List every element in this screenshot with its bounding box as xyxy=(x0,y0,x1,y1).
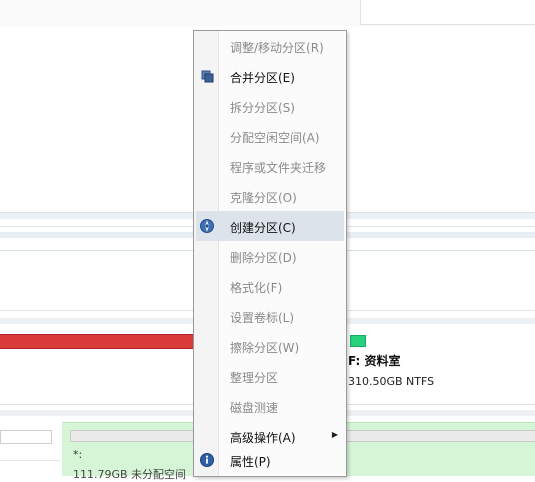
merge-icon xyxy=(199,68,215,84)
unallocated-label: *: xyxy=(73,448,83,461)
menu-item-label: 设置卷标(L) xyxy=(230,311,295,325)
info-icon xyxy=(199,452,215,468)
menu-item-app-migration[interactable]: 程序或文件夹迁移 xyxy=(196,151,344,181)
partition-name: F: 资料室 xyxy=(348,354,401,368)
menu-item-label: 调整/移动分区(R) xyxy=(230,41,324,55)
partition-usage-chip xyxy=(350,335,366,347)
menu-item-resize-move[interactable]: 调整/移动分区(R) xyxy=(196,31,344,61)
menu-item-label: 程序或文件夹迁移 xyxy=(230,161,327,175)
menu-item-wipe[interactable]: 擦除分区(W) xyxy=(196,331,344,361)
row-divider xyxy=(0,460,60,461)
menu-item-properties[interactable]: 属性(P) xyxy=(196,445,344,475)
menu-item-label: 合并分区(E) xyxy=(230,71,295,85)
partition-usage-bar[interactable] xyxy=(0,334,196,349)
menu-item-label: 格式化(F) xyxy=(230,281,283,295)
menu-item-merge[interactable]: 合并分区(E) xyxy=(196,61,344,91)
menu-item-clone[interactable]: 克隆分区(O) xyxy=(196,181,344,211)
menu-item-label: 克隆分区(O) xyxy=(230,191,297,205)
menu-item-create-partition[interactable]: 创建分区(C) xyxy=(196,211,344,241)
submenu-arrow-icon: ▶ xyxy=(331,430,338,439)
menu-item-label: 磁盘测速 xyxy=(230,401,279,415)
menu-item-label: 拆分分区(S) xyxy=(230,101,295,115)
menu-item-format[interactable]: 格式化(F) xyxy=(196,271,344,301)
menu-item-split[interactable]: 拆分分区(S) xyxy=(196,91,344,121)
create-partition-icon xyxy=(199,218,215,234)
menu-item-label: 删除分区(D) xyxy=(230,251,297,265)
menu-item-label: 高级操作(A) xyxy=(230,431,296,445)
menu-item-disk-speed-test[interactable]: 磁盘测速 xyxy=(196,391,344,421)
menu-item-label: 创建分区(C) xyxy=(230,221,296,235)
menu-item-delete[interactable]: 删除分区(D) xyxy=(196,241,344,271)
menu-item-label: 分配空闲空间(A) xyxy=(230,131,320,145)
top-field[interactable] xyxy=(360,0,535,25)
partition-size: 310.50GB NTFS xyxy=(348,375,435,388)
context-menu: 调整/移动分区(R) 合并分区(E) 拆分分区(S) 分配空闲空间(A) 程序或… xyxy=(193,30,347,477)
disk-info-field xyxy=(0,430,52,444)
menu-item-label: 属性(P) xyxy=(230,455,271,469)
menu-item-label: 整理分区 xyxy=(230,371,279,385)
menu-item-label: 擦除分区(W) xyxy=(230,341,300,355)
menu-item-defrag[interactable]: 整理分区 xyxy=(196,361,344,391)
menu-item-allocate-free-space[interactable]: 分配空闲空间(A) xyxy=(196,121,344,151)
menu-item-set-label[interactable]: 设置卷标(L) xyxy=(196,301,344,331)
unallocated-size: 111.79GB 未分配空间 xyxy=(73,468,187,481)
